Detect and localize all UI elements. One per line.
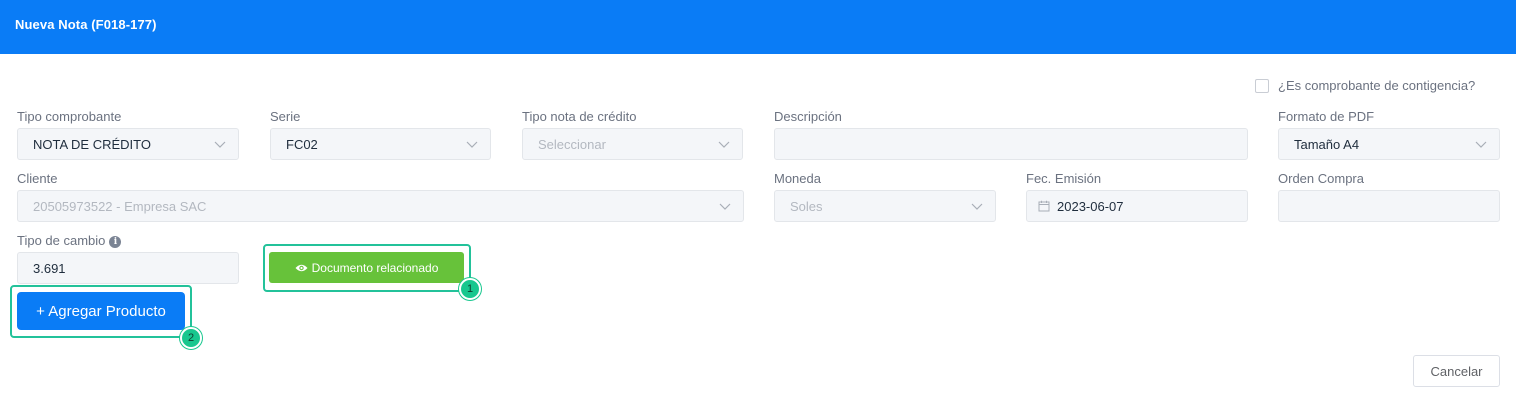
- documento-relacionado-button[interactable]: Documento relacionado: [269, 252, 464, 283]
- formato-pdf-select[interactable]: Tamaño A4: [1278, 128, 1500, 160]
- calendar-icon: [1038, 200, 1050, 212]
- fec-emision-label: Fec. Emisión: [1026, 171, 1102, 186]
- cancel-button[interactable]: Cancelar: [1413, 355, 1500, 387]
- formato-pdf-label: Formato de PDF: [1278, 109, 1375, 124]
- serie-select[interactable]: FC02: [270, 128, 491, 160]
- cliente-select[interactable]: 20505973522 - Empresa SAC: [17, 190, 744, 222]
- chevron-down-icon: [971, 203, 983, 210]
- fec-emision-value: 2023-06-07: [1057, 198, 1124, 214]
- contingency-option[interactable]: ¿Es comprobante de contigencia?: [1255, 78, 1475, 93]
- descripcion-label: Descripción: [774, 109, 842, 124]
- tipo-comprobante-label: Tipo comprobante: [17, 109, 122, 124]
- tipo-comprobante-value: NOTA DE CRÉDITO: [33, 136, 151, 152]
- contingency-label: ¿Es comprobante de contigencia?: [1278, 78, 1476, 93]
- modal-title: Nueva Nota (F018-177): [15, 17, 157, 32]
- step-marker-2: 2: [180, 327, 202, 349]
- chevron-down-icon: [1475, 141, 1487, 148]
- cliente-value: 20505973522 - Empresa SAC: [33, 198, 207, 214]
- moneda-value: Soles: [790, 198, 823, 214]
- tipo-cambio-label: Tipo de cambio: [17, 233, 106, 248]
- tipo-comprobante-select[interactable]: NOTA DE CRÉDITO: [17, 128, 239, 160]
- serie-value: FC02: [286, 136, 318, 152]
- tipo-cambio-input[interactable]: 3.691: [17, 252, 239, 284]
- tipo-nota-label: Tipo nota de crédito: [522, 109, 637, 124]
- info-icon[interactable]: i: [109, 236, 122, 248]
- eye-icon: [295, 264, 308, 271]
- orden-compra-input[interactable]: [1278, 190, 1500, 222]
- fec-emision-input[interactable]: 2023-06-07: [1026, 190, 1248, 222]
- tipo-nota-select[interactable]: Seleccionar: [522, 128, 743, 160]
- formato-pdf-value: Tamaño A4: [1294, 136, 1360, 152]
- cliente-label: Cliente: [17, 171, 58, 186]
- chevron-down-icon: [719, 203, 731, 210]
- moneda-select[interactable]: Soles: [774, 190, 996, 222]
- chevron-down-icon: [214, 141, 226, 148]
- tipo-nota-placeholder: Seleccionar: [538, 136, 606, 152]
- tipo-cambio-label-wrap: Tipo de cambio i: [17, 233, 122, 248]
- chevron-down-icon: [718, 141, 730, 148]
- tipo-cambio-value: 3.691: [33, 260, 66, 276]
- modal-header: Nueva Nota (F018-177): [0, 0, 1516, 54]
- contingency-checkbox[interactable]: [1255, 78, 1269, 93]
- agregar-producto-button[interactable]: + Agregar Producto: [17, 292, 185, 330]
- documento-relacionado-label: Documento relacionado: [311, 260, 439, 275]
- orden-compra-label: Orden Compra: [1278, 171, 1364, 186]
- descripcion-input[interactable]: [774, 128, 1248, 160]
- serie-label: Serie: [270, 109, 301, 124]
- step-marker-1: 1: [459, 278, 481, 300]
- moneda-label: Moneda: [774, 171, 821, 186]
- chevron-down-icon: [466, 141, 478, 148]
